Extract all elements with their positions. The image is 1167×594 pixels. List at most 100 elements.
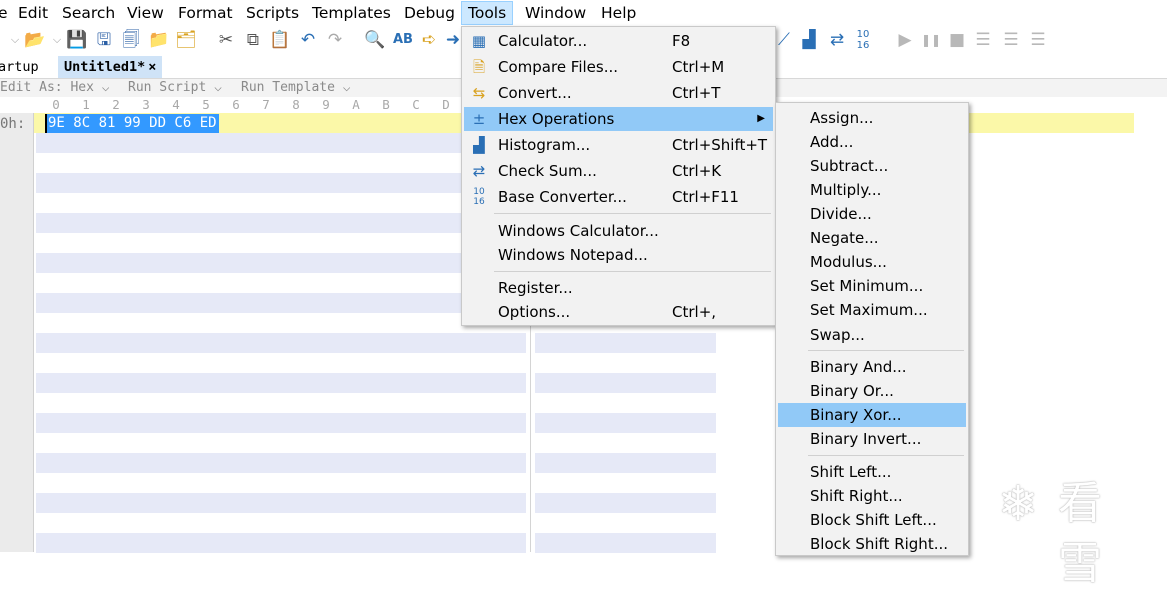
menu-item-label: Add... — [810, 133, 854, 151]
menu-item-shift-right[interactable]: Shift Right... — [778, 484, 966, 508]
run-template-dropdown[interactable]: Run Template ⌵ — [241, 80, 351, 95]
chevron-down-icon[interactable]: ⌵ — [4, 29, 26, 51]
menu-search[interactable]: Search — [56, 2, 121, 24]
row-stripe — [535, 413, 716, 433]
menu-separator — [808, 350, 964, 351]
menu-item-subtract[interactable]: Subtract... — [778, 154, 966, 178]
menu-item-negate[interactable]: Negate... — [778, 226, 966, 250]
tab-untitled1[interactable]: Untitled1* × — [58, 56, 163, 78]
menu-item-windows-notepad[interactable]: Windows Notepad... — [464, 243, 773, 267]
step-over-icon[interactable]: ☰ — [1000, 29, 1022, 51]
menu-item-windows-calculator[interactable]: Windows Calculator... — [464, 219, 773, 243]
tab-startup[interactable]: artup — [0, 56, 39, 78]
paste-icon[interactable]: 📋 — [269, 29, 291, 51]
menu-item-multiply[interactable]: Multiply... — [778, 178, 966, 202]
menu-scripts[interactable]: Scripts — [240, 2, 305, 24]
menu-item-block-shift-left[interactable]: Block Shift Left... — [778, 508, 966, 532]
menu-item-shortcut: Ctrl+Shift+T — [672, 136, 768, 154]
menu-item-assign[interactable]: Assign... — [778, 106, 966, 130]
convert-icon: ⇆ — [472, 84, 486, 102]
replace-icon[interactable]: AB — [392, 29, 414, 51]
menu-item-block-shift-right[interactable]: Block Shift Right... — [778, 532, 966, 556]
menu-item-hex-operations[interactable]: ± Hex Operations ▶ — [464, 107, 773, 131]
menu-item-convert[interactable]: ⇆ Convert... Ctrl+T — [464, 81, 773, 105]
menu-edit[interactable]: Edit — [12, 2, 54, 24]
histogram-small-icon[interactable]: ▟ — [798, 29, 820, 51]
redo-icon[interactable]: ↷ — [324, 29, 346, 51]
base-converter-small-icon[interactable]: 10 16 — [852, 29, 874, 51]
menu-item-histogram[interactable]: ▟ Histogram... Ctrl+Shift+T — [464, 133, 773, 157]
checksum-small-icon[interactable]: ⇄ — [826, 29, 848, 51]
goto-icon[interactable]: ➪ — [418, 29, 440, 51]
save-all-icon[interactable]: 🗐 — [120, 29, 142, 51]
edit-as-dropdown[interactable]: Edit As: Hex ⌵ — [0, 80, 110, 95]
column-label: 2 — [112, 97, 120, 112]
menu-item-check-sum[interactable]: ⇄ Check Sum... Ctrl+K — [464, 159, 773, 183]
menu-item-label: Binary Xor... — [810, 406, 902, 424]
snowflake-logo-icon: ❄ — [998, 476, 1039, 532]
menu-separator — [808, 455, 964, 456]
hex-operations-icon: ± — [472, 110, 486, 128]
menu-item-label: Shift Right... — [810, 487, 903, 505]
menu-item-label: Compare Files... — [498, 58, 619, 76]
menu-item-divide[interactable]: Divide... — [778, 202, 966, 226]
column-label: C — [412, 97, 420, 112]
chevron-down-icon: ⌵ — [342, 80, 351, 95]
menu-bar: e Edit Search View Format Scripts Templa… — [0, 0, 1167, 26]
menu-item-swap[interactable]: Swap... — [778, 323, 966, 347]
workspace-icon[interactable]: 🗂 — [175, 29, 197, 51]
undo-icon[interactable]: ↶ — [297, 29, 319, 51]
menu-item-shift-left[interactable]: Shift Left... — [778, 460, 966, 484]
menu-format[interactable]: Format — [172, 2, 239, 24]
menu-item-binary-invert[interactable]: Binary Invert... — [778, 427, 966, 451]
menu-templates[interactable]: Templates — [306, 2, 397, 24]
menu-item-shortcut: F8 — [672, 32, 691, 50]
checksum-icon: ⇄ — [472, 162, 486, 180]
chevron-down-icon: ⌵ — [214, 80, 222, 95]
open-folder-icon[interactable]: 📂 — [24, 29, 46, 51]
hex-operations-submenu: Assign... Add... Subtract... Multiply...… — [775, 102, 969, 556]
menu-item-options[interactable]: Options... Ctrl+, — [464, 300, 773, 324]
menu-item-compare-files[interactable]: 🗎 Compare Files... Ctrl+M — [464, 55, 773, 79]
column-label: 5 — [202, 97, 210, 112]
step-into-icon[interactable]: ☰ — [972, 29, 994, 51]
copy-icon[interactable]: ⧉ — [242, 29, 264, 51]
run-icon[interactable]: ▶ — [894, 29, 916, 51]
row-stripe — [36, 493, 526, 513]
menu-item-label: Calculator... — [498, 32, 588, 50]
close-icon[interactable]: × — [148, 59, 156, 75]
menu-view[interactable]: View — [121, 2, 170, 24]
menu-item-binary-xor[interactable]: Binary Xor... — [778, 403, 966, 427]
run-script-dropdown[interactable]: Run Script ⌵ — [128, 80, 222, 95]
menu-tools[interactable]: Tools — [461, 1, 514, 25]
row-stripe — [535, 493, 716, 513]
calculator-small-icon[interactable]: ⟋ — [773, 29, 795, 51]
menu-item-label: Convert... — [498, 84, 572, 102]
menu-help[interactable]: Help — [595, 2, 642, 24]
find-icon[interactable]: 🔍 — [364, 29, 386, 51]
menu-item-register[interactable]: Register... — [464, 276, 773, 300]
menu-item-add[interactable]: Add... — [778, 130, 966, 154]
menu-item-set-minimum[interactable]: Set Minimum... — [778, 274, 966, 298]
menu-item-modulus[interactable]: Modulus... — [778, 250, 966, 274]
pause-icon[interactable]: ❚❚ — [920, 29, 942, 51]
menu-item-set-maximum[interactable]: Set Maximum... — [778, 298, 966, 322]
compare-files-icon: 🗎 — [472, 58, 486, 76]
row-stripe — [36, 293, 526, 313]
menu-item-binary-or[interactable]: Binary Or... — [778, 379, 966, 403]
menu-item-label: Check Sum... — [498, 162, 597, 180]
save-as-icon[interactable]: 🖫 — [93, 29, 115, 51]
folder-icon[interactable]: 📁 — [148, 29, 170, 51]
save-icon[interactable]: 💾 — [66, 29, 88, 51]
menu-item-calculator[interactable]: ▦ Calculator... F8 — [464, 29, 773, 53]
chevron-down-icon[interactable]: ⌵ — [46, 29, 68, 51]
cut-icon[interactable]: ✂ — [215, 29, 237, 51]
selected-bytes[interactable]: 9E 8C 81 99 DD C6 ED — [46, 114, 219, 133]
menu-debug[interactable]: Debug — [398, 2, 461, 24]
menu-item-base-converter[interactable]: 10 16 Base Converter... Ctrl+F11 — [464, 185, 773, 209]
column-label: 3 — [142, 97, 150, 112]
menu-item-binary-and[interactable]: Binary And... — [778, 355, 966, 379]
step-out-icon[interactable]: ☰ — [1027, 29, 1049, 51]
stop-icon[interactable]: ■ — [946, 29, 968, 51]
menu-window[interactable]: Window — [519, 2, 592, 24]
